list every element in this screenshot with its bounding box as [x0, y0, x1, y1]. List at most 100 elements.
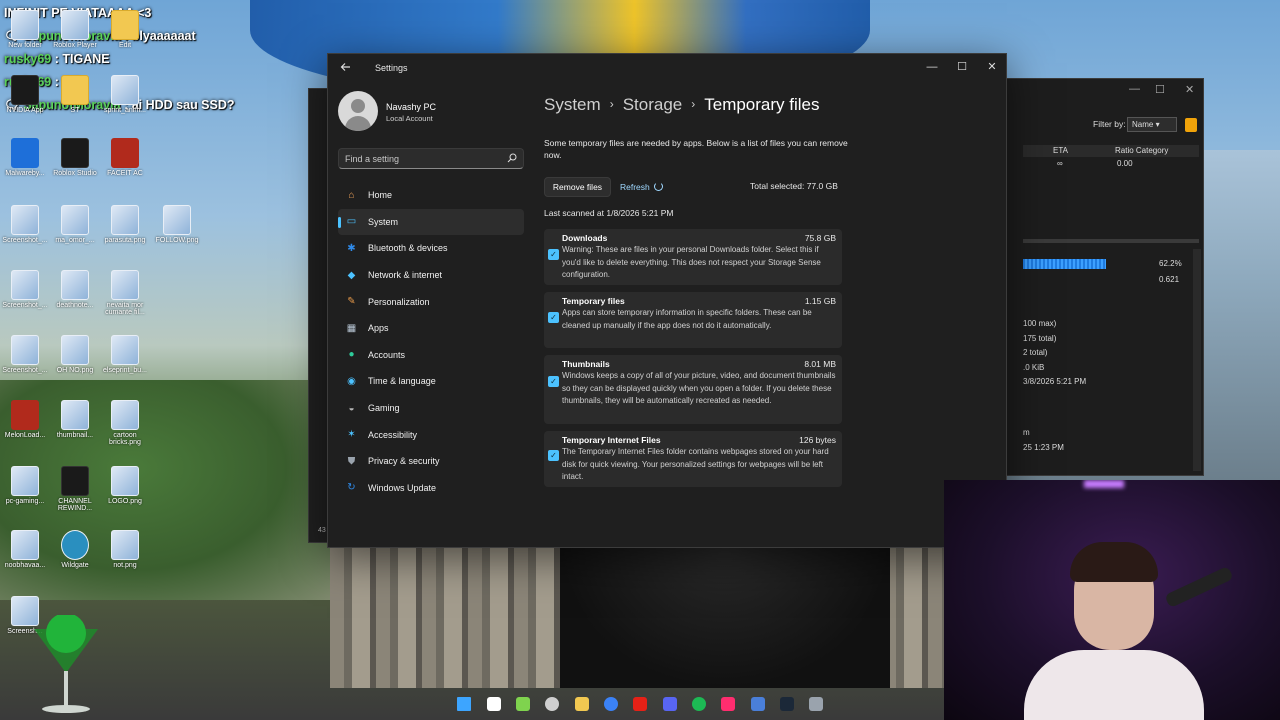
minimize-button[interactable]: —: [919, 57, 945, 77]
eta-value: ∞: [1057, 159, 1063, 168]
desktop-icon[interactable]: Wildgate: [50, 530, 100, 569]
desktop-icon[interactable]: Screenshot_...: [0, 205, 50, 244]
desktop-icon[interactable]: sprint_anim...: [100, 75, 150, 114]
settings-gear-icon[interactable]: [545, 697, 559, 711]
desktop-icon[interactable]: Roblox Player: [50, 10, 100, 49]
horizontal-scrollbar[interactable]: [1023, 239, 1199, 243]
file-icon: [111, 75, 139, 105]
maximize-icon[interactable]: ☐: [1155, 83, 1165, 96]
checkbox[interactable]: ✓: [548, 249, 559, 260]
app-icon[interactable]: [751, 697, 765, 711]
sidebar-item-label: Windows Update: [368, 482, 437, 493]
desktop-icon[interactable]: noobhavaa...: [0, 530, 50, 569]
start-icon[interactable]: [457, 697, 471, 711]
sidebar-item-label: System: [368, 216, 399, 227]
settings-window: Settings — ☐ ✕ Navashy PC Local Account …: [327, 53, 1007, 548]
lock-icon[interactable]: [1185, 118, 1197, 132]
notepad-icon[interactable]: [516, 697, 530, 711]
ceiling-light: [1084, 480, 1124, 488]
tiktok-icon[interactable]: [721, 697, 735, 711]
spotify-icon[interactable]: [692, 697, 706, 711]
file-icon: [11, 10, 39, 40]
desktop-icon[interactable]: LOGO.png: [100, 466, 150, 505]
close-icon[interactable]: ✕: [1185, 83, 1194, 96]
sidebar-item-windows-update[interactable]: ↻ Windows Update: [338, 475, 524, 502]
desktop-icon[interactable]: Edit: [100, 10, 150, 49]
back-button[interactable]: [338, 61, 354, 77]
desktop-icon-label: FOLLOW.png: [155, 237, 199, 244]
desktop-icon[interactable]: OH NO.png: [50, 335, 100, 374]
account-name: Navashy PC: [386, 102, 437, 112]
search-icon[interactable]: [507, 153, 517, 163]
sidebar-item-accessibility[interactable]: ✶ Accessibility: [338, 421, 524, 448]
column-eta[interactable]: ETA: [1053, 146, 1068, 155]
file-explorer-icon[interactable]: [575, 697, 589, 711]
sidebar-item-time-language[interactable]: ◉ Time & language: [338, 368, 524, 395]
desktop-icon[interactable]: FOLLOW.png: [152, 205, 202, 244]
checkbox[interactable]: ✓: [548, 376, 559, 387]
checkbox[interactable]: ✓: [548, 312, 559, 323]
sidebar-item-bluetooth-devices[interactable]: ✱ Bluetooth & devices: [338, 235, 524, 262]
close-button[interactable]: ✕: [979, 57, 1005, 77]
sidebar-item-gaming[interactable]: ◒ Gaming: [338, 395, 524, 422]
sidebar-item-home[interactable]: ⌂ Home: [338, 182, 524, 209]
refresh-label: Refresh: [620, 182, 650, 192]
sidebar-item-label: Privacy & security: [368, 456, 440, 467]
desktop-icon[interactable]: Screenshot_...: [0, 270, 50, 309]
desktop-icon[interactable]: NVIDIA App: [0, 75, 50, 114]
desktop-icon[interactable]: elseprint_bu...: [100, 335, 150, 374]
sidebar-item-system[interactable]: ▭ System: [338, 208, 524, 236]
desktop-icon-label: parasuta.png: [104, 237, 146, 244]
minimize-icon[interactable]: —: [1129, 83, 1140, 95]
page-description: Some temporary files are needed by apps.…: [544, 138, 848, 160]
background-window-number: 43: [318, 527, 326, 534]
search-box[interactable]: [338, 148, 524, 169]
desktop-icon[interactable]: New folder: [0, 10, 50, 49]
steam-icon[interactable]: [780, 697, 794, 711]
remove-files-button[interactable]: Remove files: [544, 177, 611, 197]
desktop-icon[interactable]: CHANNEL REWIND...: [50, 466, 100, 512]
desktop-icon[interactable]: nevaita mor cumante fil...: [100, 270, 150, 316]
sidebar-item-personalization[interactable]: ✎ Personalization: [338, 288, 524, 315]
desktop-icon[interactable]: Malwareby...: [0, 138, 50, 177]
desktop-icon[interactable]: pc-gaming...: [0, 466, 50, 505]
discord-icon[interactable]: [663, 697, 677, 711]
breadcrumb-storage[interactable]: Storage: [623, 95, 683, 114]
youtube-icon[interactable]: [633, 697, 647, 711]
desktop-icon[interactable]: ma_omor_...: [50, 205, 100, 244]
desktop-icon[interactable]: cartoon bricks.png: [100, 400, 150, 446]
file-category-size: 8.01 MB: [804, 359, 836, 369]
search-icon[interactable]: [487, 697, 501, 711]
sidebar-item-network-internet[interactable]: ◆ Network & internet: [338, 262, 524, 289]
settings-icon[interactable]: [809, 697, 823, 711]
desktop-icon[interactable]: deathnote...: [50, 270, 100, 309]
maximize-button[interactable]: ☐: [949, 57, 975, 77]
microphone: [1164, 565, 1234, 609]
desktop-icon[interactable]: parasuta.png: [100, 205, 150, 244]
search-input[interactable]: [345, 152, 495, 166]
chat-message: rusky69 : TIGANE: [4, 52, 110, 66]
page-title: Temporary files: [704, 95, 820, 114]
file-icon: [61, 205, 89, 235]
breadcrumb-system[interactable]: System: [544, 95, 601, 114]
checkbox[interactable]: ✓: [548, 450, 559, 461]
vertical-scrollbar[interactable]: [1193, 249, 1201, 471]
torrent-client-window[interactable]: — ☐ ✕ Filter by: Name ▾ ETA Ratio Catego…: [1006, 78, 1204, 476]
sidebar-item-accounts[interactable]: ● Accounts: [338, 342, 524, 369]
file-icon: [11, 270, 39, 300]
browser-icon[interactable]: [604, 697, 618, 711]
sidebar-item-privacy-security[interactable]: ⛊ Privacy & security: [338, 448, 524, 475]
desktop-icon[interactable]: FACEIT AC: [100, 138, 150, 177]
sidebar-item-apps[interactable]: ▦ Apps: [338, 315, 524, 342]
desktop-icon[interactable]: MelonLoad...: [0, 400, 50, 439]
desktop-icon[interactable]: Roblox Studio: [50, 138, 100, 177]
file-icon: [61, 75, 89, 105]
column-ratio-category[interactable]: Ratio Category: [1115, 146, 1168, 155]
desktop-icon-label: ST: [70, 107, 80, 114]
desktop-icon[interactable]: not.png: [100, 530, 150, 569]
desktop-icon[interactable]: thumbnail...: [50, 400, 100, 439]
filter-select[interactable]: Name ▾: [1127, 117, 1177, 132]
refresh-button[interactable]: Refresh: [620, 181, 663, 192]
desktop-icon[interactable]: Screenshot_...: [0, 335, 50, 374]
desktop-icon[interactable]: ST: [50, 75, 100, 114]
